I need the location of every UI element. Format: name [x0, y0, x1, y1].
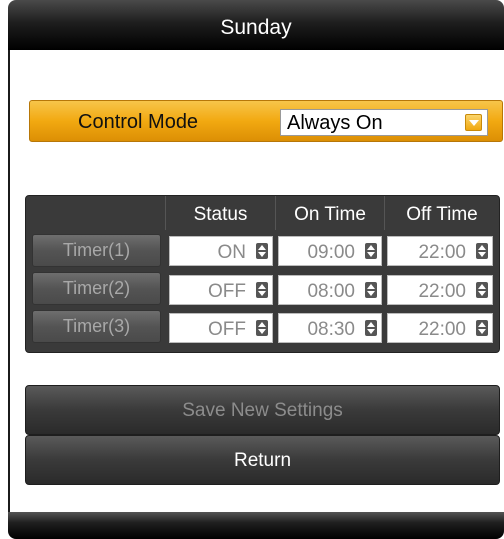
spinner-arrows-icon[interactable]	[256, 243, 268, 259]
timer-3-status-value: OFF	[208, 319, 246, 340]
timer-2-button[interactable]: Timer(2)	[32, 272, 161, 305]
spinner-arrows-icon[interactable]	[256, 282, 268, 298]
timer-3-on-time-value: 08:30	[307, 319, 355, 340]
timer-1-off-time-value: 22:00	[418, 242, 466, 263]
control-mode-bar: Control Mode Always On	[29, 100, 503, 142]
control-mode-select[interactable]: Always On	[280, 109, 488, 136]
timer-1-on-time-spinner[interactable]: 09:00	[278, 236, 382, 266]
timer-2-off-time-value: 22:00	[418, 281, 466, 302]
save-settings-button[interactable]: Save New Settings	[25, 385, 500, 435]
spinner-arrows-icon[interactable]	[365, 243, 377, 259]
timer-3-off-time-spinner[interactable]: 22:00	[387, 313, 493, 343]
dropdown-arrow-icon[interactable]	[465, 114, 482, 131]
spinner-arrows-icon[interactable]	[365, 320, 377, 336]
timer-2-status-value: OFF	[208, 281, 246, 302]
bottom-bar	[8, 512, 504, 539]
left-border	[8, 50, 10, 512]
page-title: Sunday	[220, 16, 292, 39]
timer-3-off-time-value: 22:00	[418, 319, 466, 340]
timer-1-on-time-value: 09:00	[307, 242, 355, 263]
spinner-arrows-icon[interactable]	[256, 320, 268, 336]
timer-3-button[interactable]: Timer(3)	[32, 310, 161, 343]
timer-3-on-time-spinner[interactable]: 08:30	[278, 313, 382, 343]
timer-3-status-spinner[interactable]: OFF	[169, 313, 273, 343]
timer-2-off-time-spinner[interactable]: 22:00	[387, 275, 493, 305]
timer-2-on-time-value: 08:00	[307, 281, 355, 302]
spinner-arrows-icon[interactable]	[476, 282, 488, 298]
control-mode-value: Always On	[287, 112, 383, 134]
header-status: Status	[193, 204, 248, 225]
timer-1-button[interactable]: Timer(1)	[32, 234, 161, 267]
timer-table: Status On Time Off Time Timer(1) ON 09:0…	[25, 195, 500, 353]
spinner-arrows-icon[interactable]	[365, 282, 377, 298]
header-off-time: Off Time	[406, 204, 478, 225]
timer-2-on-time-spinner[interactable]: 08:00	[278, 275, 382, 305]
timer-1-off-time-spinner[interactable]: 22:00	[387, 236, 493, 266]
spinner-arrows-icon[interactable]	[476, 320, 488, 336]
header-on-time: On Time	[294, 204, 366, 225]
timer-1-status-value: ON	[217, 242, 247, 263]
timer-2-status-spinner[interactable]: OFF	[169, 275, 273, 305]
title-bar: Sunday	[8, 0, 504, 50]
return-button[interactable]: Return	[25, 435, 500, 485]
spinner-arrows-icon[interactable]	[476, 243, 488, 259]
control-mode-label: Control Mode	[78, 111, 199, 133]
timer-1-status-spinner[interactable]: ON	[169, 236, 273, 266]
